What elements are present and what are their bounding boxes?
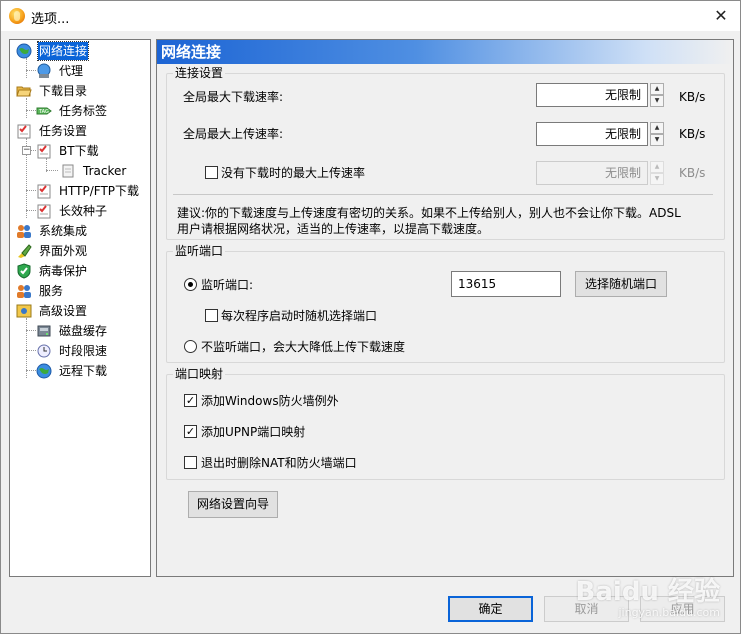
idle-upload-label: 没有下载时的最大上传速率 xyxy=(221,166,366,180)
tree-connector xyxy=(26,210,36,211)
tree-item-label: 下载目录 xyxy=(39,84,88,98)
tree-connector xyxy=(46,170,58,171)
watermark-url: jingyan.baidu.com xyxy=(618,606,720,619)
svg-text:TAG: TAG xyxy=(38,109,49,115)
port-input[interactable]: 13615 xyxy=(451,271,561,297)
title-bar: 选项... ✕ xyxy=(1,1,740,31)
max-upload-input[interactable]: 无限制 xyxy=(536,122,648,146)
no-listen-label: 不监听端口，会大大降低上传下载速度 xyxy=(201,340,406,354)
tree-connector xyxy=(26,330,36,331)
tree-item-label: 服务 xyxy=(39,284,64,298)
tree-connector xyxy=(26,58,27,78)
tree-connector xyxy=(26,350,36,351)
connection-settings-group: 连接设置 全局最大下载速率: 无限制 ▲ ▼ KB/s 全局最大上传速率: 无限制… xyxy=(166,66,725,240)
group-title: 端口映射 xyxy=(173,367,226,381)
tag-icon: TAG xyxy=(36,107,52,115)
window-title: 选项... xyxy=(31,12,70,27)
network-wizard-button[interactable]: 网络设置向导 xyxy=(188,491,278,518)
tree-item-label: 网络连接 xyxy=(36,41,90,61)
task-icon xyxy=(37,204,51,219)
clock-icon xyxy=(37,344,51,358)
task-icon xyxy=(17,124,31,139)
collapse-toggle[interactable]: − xyxy=(22,146,31,155)
spin-up-button[interactable]: ▲ xyxy=(650,122,664,134)
firewall-checkbox[interactable]: ✓ xyxy=(184,394,197,407)
tree-connector xyxy=(26,318,27,378)
panel-header: 网络连接 xyxy=(157,40,733,64)
random-on-start-label: 每次程序启动时随机选择端口 xyxy=(221,309,378,323)
users-icon xyxy=(17,285,31,298)
max-download-input[interactable]: 无限制 xyxy=(536,83,648,107)
group-title: 监听端口 xyxy=(173,244,226,258)
settings-panel: 网络连接 连接设置 全局最大下载速率: 无限制 ▲ ▼ KB/s 全局最大上传速率… xyxy=(156,39,734,577)
remove-nat-checkbox[interactable] xyxy=(184,456,197,469)
tree-item-label: 任务设置 xyxy=(39,124,88,138)
app-icon xyxy=(9,8,25,24)
users-icon xyxy=(17,225,31,238)
tree-item-label: 高级设置 xyxy=(39,304,88,318)
page-icon xyxy=(62,164,74,178)
globe-icon xyxy=(36,363,52,379)
folder-open-icon xyxy=(16,86,32,97)
network-icon xyxy=(37,63,51,78)
group-title: 连接设置 xyxy=(173,66,226,80)
tree-item-label: 远程下载 xyxy=(59,364,108,378)
spin-down-button[interactable]: ▼ xyxy=(650,134,664,146)
ok-button[interactable]: 确定 xyxy=(448,596,533,622)
advice-text: 建议:你的下载速度与上传速度有密切的关系。如果不上传给别人，别人也不会让你下载。… xyxy=(177,206,681,220)
spin-down-button: ▼ xyxy=(650,173,664,185)
unit-label: KB/s xyxy=(679,127,706,141)
tree-connector xyxy=(26,110,36,111)
close-button[interactable]: ✕ xyxy=(710,5,732,27)
remove-nat-label: 退出时删除NAT和防火墙端口 xyxy=(201,456,357,470)
tree-item-label: 任务标签 xyxy=(59,104,108,118)
listen-port-label: 监听端口: xyxy=(201,278,254,292)
unit-label: KB/s xyxy=(679,90,706,104)
baidu-watermark: Baidu 经验 jingyan.baidu.com xyxy=(576,571,720,619)
globe-icon xyxy=(16,43,32,59)
unit-label: KB/s xyxy=(679,166,706,180)
advice-text: 用户请根据网络状况，适当的上传速率，以提高下载速度。 xyxy=(177,222,490,236)
random-port-button[interactable]: 选择随机端口 xyxy=(575,271,667,297)
tree-item-label: 界面外观 xyxy=(39,244,88,258)
tree-item-label: 病毒保护 xyxy=(39,264,88,278)
options-dialog: 选项... ✕ − 网络连接 代理 下载目录 TAG 任务标签 任务设置 BT下… xyxy=(0,0,741,634)
tree-item-label: 磁盘缓存 xyxy=(59,324,108,338)
firewall-label: 添加Windows防火墙例外 xyxy=(201,394,339,408)
listen-port-group: 监听端口 监听端口: 13615 选择随机端口 每次程序启动时随机选择端口 不监… xyxy=(166,244,725,363)
upnp-checkbox[interactable]: ✓ xyxy=(184,425,197,438)
task-icon xyxy=(37,184,51,199)
tree-item-label: 代理 xyxy=(59,64,84,78)
idle-upload-checkbox[interactable] xyxy=(205,166,218,179)
tree-connector xyxy=(26,370,36,371)
brush-icon xyxy=(18,244,32,258)
options-tree: − 网络连接 代理 下载目录 TAG 任务标签 任务设置 BT下载 Tracke… xyxy=(9,39,151,577)
tree-connector xyxy=(26,190,36,191)
tree-item-label: 时段限速 xyxy=(59,344,108,358)
tree-item-label: 长效种子 xyxy=(59,204,108,218)
tree-item-label: BT下载 xyxy=(59,144,99,158)
spin-up-button[interactable]: ▲ xyxy=(650,83,664,95)
task-icon xyxy=(37,144,51,159)
no-listen-radio[interactable] xyxy=(184,340,197,353)
divider xyxy=(173,194,713,195)
port-mapping-group: 端口映射 ✓ 添加Windows防火墙例外 ✓ 添加UPNP端口映射 退出时删除… xyxy=(166,367,725,480)
listen-port-radio[interactable] xyxy=(184,278,197,291)
tree-item-label: 系统集成 xyxy=(39,224,88,238)
spin-up-button: ▲ xyxy=(650,161,664,173)
tree-item-label: Tracker xyxy=(83,164,127,178)
tree-connector xyxy=(26,70,36,71)
disk-icon xyxy=(37,325,51,337)
tree-connector xyxy=(26,98,27,118)
random-on-start-checkbox[interactable] xyxy=(205,309,218,322)
watermark-text: Baidu 经验 xyxy=(575,577,720,607)
max-upload-label: 全局最大上传速率: xyxy=(183,127,284,141)
tree-item-label: HTTP/FTP下载 xyxy=(59,184,140,198)
upnp-label: 添加UPNP端口映射 xyxy=(201,425,306,439)
advanced-icon xyxy=(16,304,32,318)
max-download-label: 全局最大下载速率: xyxy=(183,90,284,104)
idle-upload-input: 无限制 xyxy=(536,161,648,185)
shield-icon xyxy=(17,263,31,279)
spin-down-button[interactable]: ▼ xyxy=(650,95,664,107)
